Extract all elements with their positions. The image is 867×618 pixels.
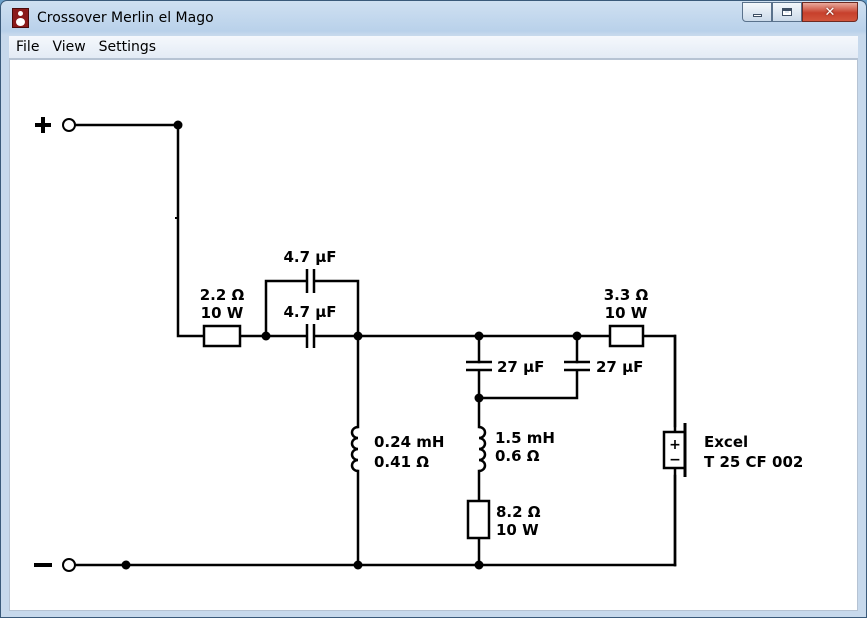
capacitor-c27-right[interactable] xyxy=(564,360,590,372)
capacitor-c-main[interactable] xyxy=(305,324,316,348)
speaker-plus-label: + xyxy=(669,437,681,453)
menu-file[interactable]: File xyxy=(9,39,45,55)
junction-dot xyxy=(572,331,582,341)
maximize-button[interactable] xyxy=(772,2,802,22)
app-speaker-icon[interactable] xyxy=(12,8,29,28)
l2-resistance-label: 0.6 Ω xyxy=(495,447,540,465)
window-title: Crossover Merlin el Mago xyxy=(37,10,214,26)
close-button[interactable]: ✕ xyxy=(802,2,858,22)
junction-dot xyxy=(261,331,271,341)
speaker-minus-label: − xyxy=(669,452,681,468)
speaker-brand-label: Excel xyxy=(704,433,748,451)
resistor-r3[interactable] xyxy=(608,324,645,348)
plus-terminal[interactable] xyxy=(62,118,76,132)
wire-input-plus xyxy=(73,123,206,338)
plus-sign-icon xyxy=(35,117,51,133)
c27-right-label: 27 µF xyxy=(596,358,643,376)
schematic-canvas[interactable]: 2.2 Ω 10 W 4.7 µF 4.7 µF 27 µF 27 µF 0.2… xyxy=(9,59,858,611)
c27-left-label: 27 µF xyxy=(497,358,544,376)
l1-resistance-label: 0.41 Ω xyxy=(374,453,429,471)
inductor-l1[interactable] xyxy=(350,425,359,473)
maximize-icon xyxy=(782,8,792,16)
r2-value-label: 8.2 Ω xyxy=(496,503,541,521)
r1-value-label: 2.2 Ω xyxy=(200,286,245,304)
capacitor-c-top[interactable] xyxy=(305,269,316,293)
junction-dot xyxy=(353,331,363,341)
junction-dot xyxy=(474,560,484,570)
c-top-label: 4.7 µF xyxy=(283,248,336,266)
minimize-icon xyxy=(752,13,762,17)
capacitor-c27-left[interactable] xyxy=(466,360,492,372)
resistor-r2[interactable] xyxy=(466,499,491,540)
menu-view[interactable]: View xyxy=(45,39,91,55)
menu-settings[interactable]: Settings xyxy=(92,39,162,55)
title-bar[interactable]: Crossover Merlin el Mago ✕ xyxy=(1,1,866,35)
junction-dot xyxy=(173,120,183,130)
inductor-l2[interactable] xyxy=(478,425,487,473)
junction-dot xyxy=(474,393,484,403)
minimize-button[interactable] xyxy=(742,2,772,22)
menu-bar: File View Settings xyxy=(9,36,858,59)
r3-value-label: 3.3 Ω xyxy=(604,286,649,304)
junction-dot xyxy=(353,560,363,570)
r2-power-label: 10 W xyxy=(496,521,539,539)
r3-power-label: 10 W xyxy=(605,304,648,322)
junction-dot xyxy=(121,560,131,570)
c-main-label: 4.7 µF xyxy=(283,303,336,321)
close-icon: ✕ xyxy=(824,4,836,20)
app-window: Crossover Merlin el Mago ✕ File View Set… xyxy=(0,0,867,618)
r1-power-label: 10 W xyxy=(201,304,244,322)
crossover-schematic: 2.2 Ω 10 W 4.7 µF 4.7 µF 27 µF 27 µF 0.2… xyxy=(34,117,803,572)
l1-inductance-label: 0.24 mH xyxy=(374,433,444,451)
resistor-r1[interactable] xyxy=(202,324,242,348)
minus-terminal[interactable] xyxy=(62,558,76,572)
speaker-model-label: T 25 CF 002 xyxy=(704,453,803,471)
l2-inductance-label: 1.5 mH xyxy=(495,429,555,447)
junction-dot xyxy=(474,331,484,341)
